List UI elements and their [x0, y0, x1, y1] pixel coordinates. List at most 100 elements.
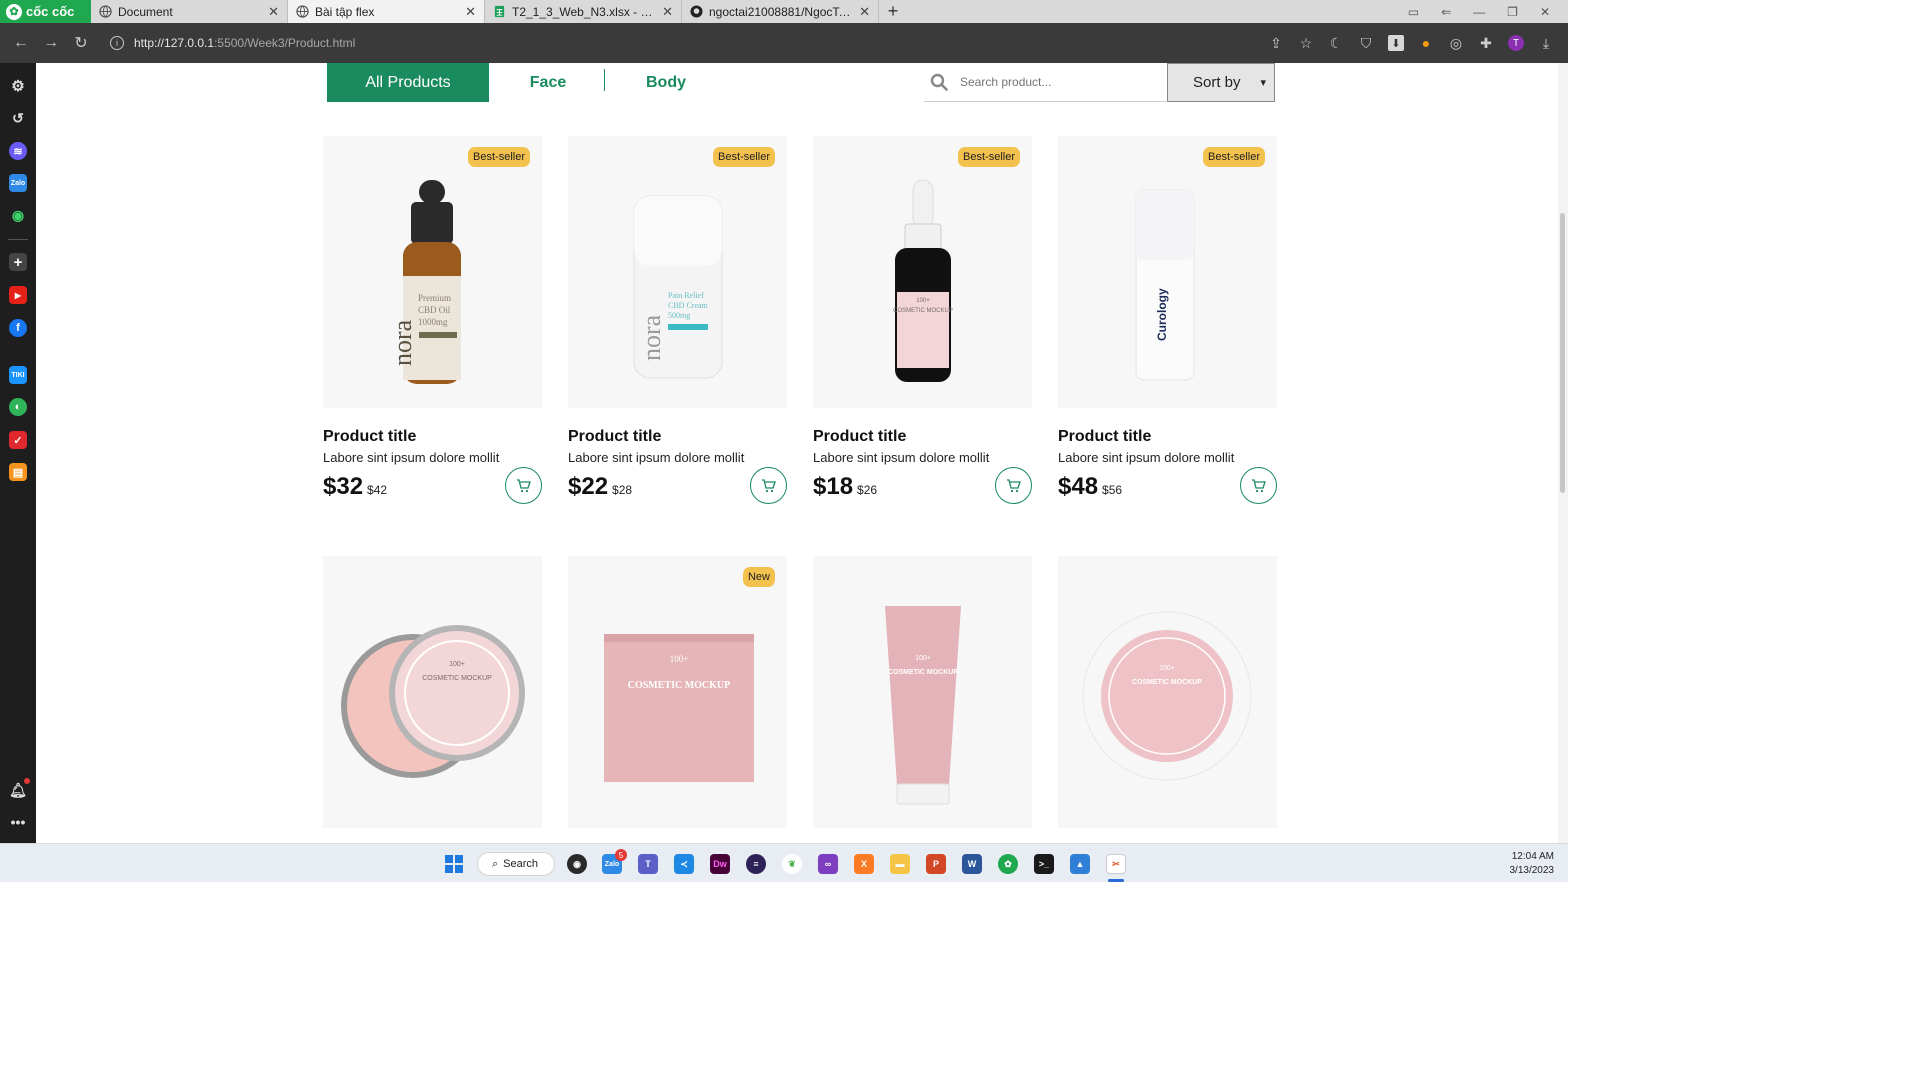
mongodb-icon[interactable]: ❦: [782, 854, 802, 874]
product-price: $32: [323, 473, 364, 500]
search-input[interactable]: [960, 75, 1160, 89]
clock-date: 3/13/2023: [1509, 865, 1555, 876]
profile-avatar[interactable]: T: [1508, 35, 1524, 51]
add-to-cart-button[interactable]: [750, 467, 787, 504]
snipping-tool-icon[interactable]: ✂: [1106, 854, 1126, 874]
download-icon[interactable]: ⬇: [1388, 35, 1404, 51]
compass-icon[interactable]: ◎: [1448, 35, 1464, 51]
downloads-tray-icon[interactable]: ⤓: [1538, 35, 1554, 51]
back-button[interactable]: ←: [6, 34, 36, 52]
product-card[interactable]: nora Pain Relief CBD Cream 500mg Best-se…: [568, 136, 787, 505]
close-tab-icon[interactable]: ✕: [268, 4, 279, 20]
product-title[interactable]: Product title: [568, 428, 787, 446]
xampp-icon[interactable]: X: [854, 854, 874, 874]
close-tab-icon[interactable]: ✕: [662, 4, 673, 20]
coccoc-taskbar-icon[interactable]: ✿: [998, 854, 1018, 874]
cart-icon: [1252, 478, 1266, 492]
product-title[interactable]: Product title: [323, 428, 542, 446]
windows-start-icon[interactable]: [444, 854, 464, 874]
product-card[interactable]: nora Premium CBD Oil 1000mg Best-seller …: [323, 136, 542, 505]
svg-text:1000mg: 1000mg: [418, 317, 448, 327]
tab-body[interactable]: Body: [626, 63, 706, 102]
close-window-button[interactable]: ✕: [1540, 5, 1550, 19]
settings-gear-icon[interactable]: ⚙: [9, 77, 27, 95]
product-image[interactable]: Curology Best-seller: [1058, 136, 1277, 408]
screen-capture-icon[interactable]: ▭: [1408, 5, 1419, 19]
product-image[interactable]: nora Pain Relief CBD Cream 500mg Best-se…: [568, 136, 787, 408]
product-image[interactable]: 100+ COSMETIC MOCKUP: [1058, 556, 1277, 828]
teams-icon[interactable]: T: [638, 854, 658, 874]
forward-button[interactable]: →: [36, 34, 66, 52]
system-clock[interactable]: 12:04 AM 3/13/2023: [1510, 850, 1555, 878]
photos-icon[interactable]: ▲: [1070, 854, 1090, 874]
add-to-cart-button[interactable]: [505, 467, 542, 504]
globe-app-icon[interactable]: ◐: [9, 398, 27, 416]
zalo-icon[interactable]: Zalo: [9, 174, 27, 192]
product-label-brand: 100+: [449, 661, 465, 668]
product-card[interactable]: 100+ COSMETIC MOCKUP: [323, 556, 542, 828]
product-image[interactable]: 100+ COSMETIC MOCKUP: [813, 556, 1032, 828]
facebook-icon[interactable]: f: [9, 319, 27, 337]
powerpoint-icon[interactable]: P: [926, 854, 946, 874]
reload-button[interactable]: ↻: [66, 33, 96, 53]
add-shortcut-icon[interactable]: +: [9, 253, 27, 271]
taskbar-search[interactable]: ⌕ Search: [477, 852, 555, 876]
product-card[interactable]: 100+ COSMETIC MOCKUP: [1058, 556, 1277, 828]
product-image[interactable]: 100+ COSMETIC MOCKUP New: [568, 556, 787, 828]
product-card[interactable]: 100+ COSMETIC MOCKUP Best-seller Product…: [813, 136, 1032, 505]
game-controller-icon[interactable]: ◉: [9, 206, 27, 224]
extensions-puzzle-icon[interactable]: ✚: [1478, 35, 1494, 51]
product-image[interactable]: 100+ COSMETIC MOCKUP: [323, 556, 542, 828]
product-card[interactable]: 100+ COSMETIC MOCKUP: [813, 556, 1032, 828]
tab-face[interactable]: Face: [508, 63, 588, 102]
tab-google-sheets[interactable]: T2_1_3_Web_N3.xlsx - Google Sheets ✕: [485, 0, 682, 23]
tab-bai-tap-flex[interactable]: Bài tập flex ✕: [288, 0, 485, 23]
page-scrollbar[interactable]: [1558, 63, 1568, 843]
terminal-icon[interactable]: >_: [1034, 854, 1054, 874]
obs-icon[interactable]: ◉: [567, 854, 587, 874]
eclipse-icon[interactable]: ≡: [746, 854, 766, 874]
add-to-cart-button[interactable]: [995, 467, 1032, 504]
restore-button[interactable]: ❐: [1507, 5, 1518, 19]
close-tab-icon[interactable]: ✕: [859, 4, 870, 20]
bookmark-star-icon[interactable]: ☆: [1298, 35, 1314, 51]
notifications-bell-icon[interactable]: 🔔︎: [9, 781, 27, 799]
tab-label: Bài tập flex: [315, 4, 375, 19]
coccoc-menu-button[interactable]: ✿ cốc cốc: [0, 0, 91, 23]
minimize-button[interactable]: —: [1473, 5, 1485, 19]
file-explorer-icon[interactable]: ▬: [890, 854, 910, 874]
tiki-icon[interactable]: TIKI: [9, 366, 27, 384]
product-image[interactable]: nora Premium CBD Oil 1000mg Best-seller: [323, 136, 542, 408]
svg-text:CBD Oil: CBD Oil: [418, 305, 451, 315]
close-tab-icon[interactable]: ✕: [465, 4, 476, 20]
site-info-icon[interactable]: i: [110, 36, 124, 50]
product-title[interactable]: Product title: [813, 428, 1032, 446]
tab-document[interactable]: Document ✕: [91, 0, 288, 23]
dreamweaver-icon[interactable]: Dw: [710, 854, 730, 874]
scrollbar-thumb[interactable]: [1560, 213, 1565, 493]
lazada-icon[interactable]: ▤: [9, 463, 27, 481]
shield-icon[interactable]: ⛉: [1358, 35, 1374, 51]
word-icon[interactable]: W: [962, 854, 982, 874]
messenger-icon[interactable]: ≋: [9, 142, 27, 160]
address-bar[interactable]: i http://127.0.0.1:5500/Week3/Product.ht…: [110, 36, 355, 50]
product-card[interactable]: 100+ COSMETIC MOCKUP New: [568, 556, 787, 828]
shopping-check-icon[interactable]: ✓: [9, 431, 27, 449]
history-icon[interactable]: ↺: [9, 109, 27, 127]
new-tab-button[interactable]: +: [879, 0, 907, 23]
youtube-icon[interactable]: ▶: [9, 286, 27, 304]
product-card[interactable]: Curology Best-seller Product title Labor…: [1058, 136, 1277, 505]
product-image[interactable]: 100+ COSMETIC MOCKUP Best-seller: [813, 136, 1032, 408]
more-icon[interactable]: •••: [9, 813, 27, 831]
product-title[interactable]: Product title: [1058, 428, 1277, 446]
tab-github[interactable]: ngoctai21008881/NgocTai-2 ✕: [682, 0, 879, 23]
visual-studio-icon[interactable]: ∞: [818, 854, 838, 874]
sort-select[interactable]: Sort by ▾: [1167, 63, 1275, 102]
share-icon[interactable]: ⇪: [1268, 35, 1284, 51]
extension-fox-icon[interactable]: ●: [1418, 35, 1434, 51]
back-history-icon[interactable]: ⇐: [1441, 5, 1451, 19]
vscode-icon[interactable]: ≺: [674, 854, 694, 874]
add-to-cart-button[interactable]: [1240, 467, 1277, 504]
dark-mode-moon-icon[interactable]: ☾: [1328, 35, 1344, 51]
tab-all-products[interactable]: All Products: [327, 63, 489, 102]
